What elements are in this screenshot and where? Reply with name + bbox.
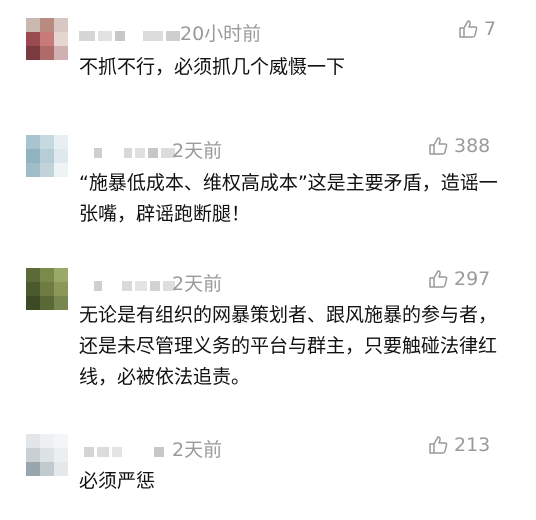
avatar[interactable] (26, 434, 68, 476)
username-redacted[interactable] (84, 444, 164, 460)
username-redacted[interactable] (94, 145, 175, 161)
like-button[interactable]: 7 (458, 18, 496, 40)
comment-time: 2天前 (172, 439, 223, 461)
like-button[interactable]: 297 (428, 268, 490, 290)
like-button[interactable]: 213 (428, 434, 490, 456)
thumbs-up-icon (429, 436, 448, 454)
comment-text: “施暴低成本、维权高成本”这是主要矛盾，造谣一张嘴，辟谣跑断腿！ (79, 172, 498, 225)
like-count: 297 (454, 268, 491, 290)
comment-text: 必须严惩 (79, 470, 156, 492)
thumbs-up-icon (459, 20, 478, 38)
comment-time: 2天前 (172, 273, 223, 295)
avatar[interactable] (26, 18, 68, 60)
comment-time: 20小时前 (180, 23, 262, 45)
avatar[interactable] (26, 135, 68, 177)
username-redacted[interactable] (79, 28, 180, 44)
avatar[interactable] (26, 268, 68, 310)
comment-text: 不抓不行，必须抓几个威慑一下 (79, 56, 346, 78)
like-count: 7 (484, 18, 497, 40)
like-button[interactable]: 388 (428, 135, 490, 157)
username-redacted[interactable] (94, 278, 175, 294)
thumbs-up-icon (429, 270, 448, 288)
comment-text: 无论是有组织的网暴策划者、跟风施暴的参与者，还是未尽管理义务的平台与群主，只要触… (79, 304, 498, 388)
like-count: 388 (454, 135, 491, 157)
thumbs-up-icon (429, 137, 448, 155)
like-count: 213 (454, 434, 491, 456)
comment-time: 2天前 (172, 140, 223, 162)
